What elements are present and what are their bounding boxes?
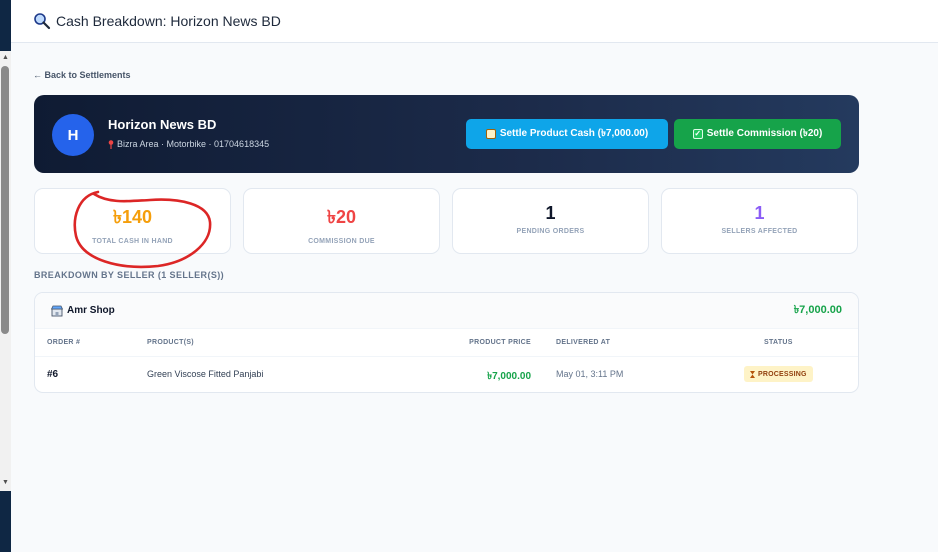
column-header-products: PRODUCT(S) — [147, 339, 194, 346]
settle-product-cash-button[interactable]: Settle Product Cash (৳7,000.00) — [466, 119, 668, 149]
hourglass-icon — [750, 370, 755, 378]
stat-value: 1 — [754, 203, 765, 223]
delivered-at: May 01, 3:11 PM — [556, 369, 624, 379]
column-header-status: STATUS — [764, 339, 793, 346]
stat-label: SELLERS AFFECTED — [721, 228, 798, 235]
search-icon — [33, 12, 51, 30]
stat-label: COMMISSION DUE — [308, 238, 375, 245]
rider-meta-text: Bizra Area · Motorbike · 01704618345 — [117, 139, 270, 149]
seller-header: Amr Shop ৳7,000.00 — [35, 293, 858, 329]
status-text: PROCESSING — [758, 370, 807, 378]
stat-label: PENDING ORDERS — [516, 228, 585, 235]
stat-value: ৳140 — [113, 207, 152, 227]
column-header-delivered: DELIVERED AT — [556, 339, 611, 346]
column-header-price: PRODUCT PRICE — [469, 339, 531, 346]
table-header: ORDER # PRODUCT(S) PRODUCT PRICE DELIVER… — [35, 329, 858, 357]
avatar: H — [52, 114, 94, 156]
seller-total: ৳7,000.00 — [793, 304, 842, 316]
status-badge: PROCESSING — [744, 366, 813, 382]
product-name: Green Viscose Fitted Panjabi — [147, 369, 264, 379]
stat-total-cash: ৳140 TOTAL CASH IN HAND — [34, 188, 231, 254]
seller-breakdown-card: Amr Shop ৳7,000.00 ORDER # PRODUCT(S) PR… — [34, 292, 859, 393]
rider-profile-card: H Horizon News BD Bizra Area · Motorbike… — [34, 95, 859, 173]
product-price: ৳7,000.00 — [487, 371, 531, 382]
shop-icon — [50, 305, 64, 317]
settle-commission-label: Settle Commission (৳20) — [706, 127, 823, 139]
stat-value: 1 — [545, 203, 556, 223]
section-title: BREAKDOWN BY SELLER (1 SELLER(S)) — [34, 270, 225, 280]
stat-pending-orders: 1 PENDING ORDERS — [452, 188, 649, 254]
page-title: Cash Breakdown: Horizon News BD — [56, 13, 281, 29]
money-icon — [485, 129, 496, 139]
table-row[interactable]: #6 Green Viscose Fitted Panjabi ৳7,000.0… — [35, 357, 858, 392]
settle-commission-button[interactable]: ✓ Settle Commission (৳20) — [674, 119, 841, 149]
scroll-down-arrow-icon[interactable]: ▼ — [0, 478, 11, 488]
stat-label: TOTAL CASH IN HAND — [92, 238, 173, 245]
check-icon: ✓ — [692, 129, 703, 139]
seller-name: Amr Shop — [67, 305, 115, 316]
scrollbar-thumb[interactable] — [1, 66, 9, 334]
column-header-order: ORDER # — [47, 339, 81, 346]
scroll-up-arrow-icon[interactable]: ▲ — [0, 53, 11, 63]
rider-meta: Bizra Area · Motorbike · 01704618345 — [108, 139, 269, 149]
stat-sellers-affected: 1 SELLERS AFFECTED — [661, 188, 858, 254]
location-pin-icon — [108, 139, 114, 149]
rider-name: Horizon News BD — [108, 117, 217, 132]
settle-product-cash-label: Settle Product Cash (৳7,000.00) — [499, 127, 649, 139]
order-number: #6 — [47, 369, 59, 380]
page-header: Cash Breakdown: Horizon News BD — [11, 0, 938, 43]
seller-name-row: Amr Shop — [50, 305, 115, 317]
stat-commission-due: ৳20 COMMISSION DUE — [243, 188, 440, 254]
stat-value: ৳20 — [327, 207, 356, 227]
back-to-settlements-link[interactable]: ← Back to Settlements — [33, 70, 131, 80]
